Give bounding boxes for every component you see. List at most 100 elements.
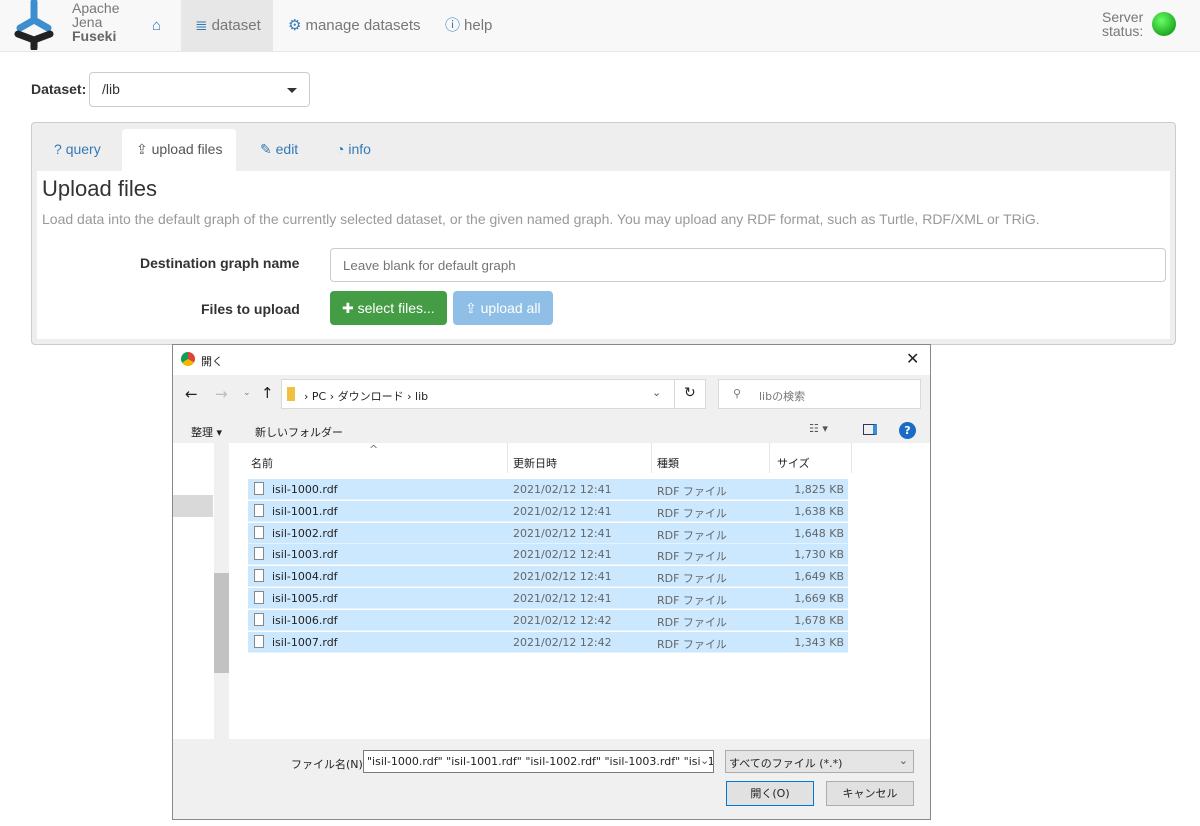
server-status-label: Server status: bbox=[1102, 10, 1143, 38]
button-label: キャンセル bbox=[842, 787, 898, 800]
column-header-size[interactable]: サイズ bbox=[777, 455, 810, 471]
nav-help[interactable]: ⓘ help bbox=[445, 0, 492, 52]
file-date: 2021/02/12 12:41 bbox=[513, 504, 612, 518]
brand-line: Jena bbox=[72, 14, 103, 30]
file-size: 1,678 KB bbox=[794, 613, 844, 627]
search-icon: ⚲ bbox=[733, 387, 742, 400]
column-header-name[interactable]: 名前 bbox=[251, 455, 273, 471]
file-name: isil-1002.rdf bbox=[272, 526, 338, 540]
column-header-type[interactable]: 種類 bbox=[657, 455, 679, 471]
nav-dataset[interactable]: ≣ dataset bbox=[181, 0, 273, 52]
address-bar[interactable]: › PC › ダウンロード › lib ⌄ ↻ bbox=[281, 379, 706, 409]
file-type: RDF ファイル bbox=[657, 594, 727, 607]
button-label: upload all bbox=[480, 300, 541, 316]
file-date: 2021/02/12 12:42 bbox=[513, 635, 612, 649]
file-name: isil-1001.rdf bbox=[272, 504, 338, 518]
file-date: 2021/02/12 12:42 bbox=[513, 613, 612, 627]
dataset-select[interactable]: /lib bbox=[89, 72, 310, 107]
close-icon[interactable]: ✕ bbox=[906, 349, 919, 368]
dialog-titlebar: 開く ✕ bbox=[173, 345, 930, 375]
server-status-indicator bbox=[1152, 12, 1176, 36]
home-link[interactable]: ⌂ bbox=[152, 0, 165, 52]
filename-dropdown-icon[interactable]: ⌄ bbox=[700, 754, 710, 767]
nav-manage-datasets[interactable]: ⚙ manage datasets bbox=[288, 0, 421, 52]
file-icon bbox=[254, 634, 264, 648]
file-size: 1,730 KB bbox=[794, 548, 844, 562]
chevron-down-icon[interactable]: ⌄ bbox=[652, 386, 661, 399]
back-icon[interactable]: ← bbox=[185, 385, 198, 403]
search-placeholder: libの検索 bbox=[759, 390, 806, 403]
search-box[interactable]: ⚲ libの検索 bbox=[718, 379, 921, 409]
tab-label: query bbox=[65, 141, 101, 157]
dataset-label: Dataset: bbox=[31, 81, 87, 97]
file-row[interactable]: isil-1004.rdf 2021/02/12 12:41 RDF ファイル … bbox=[248, 566, 848, 588]
brand-text[interactable]: Apache Jena Fuseki bbox=[72, 1, 119, 43]
nav-label: manage datasets bbox=[305, 17, 421, 34]
nav-selected-item[interactable] bbox=[173, 495, 213, 517]
tab-label: info bbox=[348, 141, 371, 157]
info-icon: ⓘ bbox=[445, 17, 461, 34]
new-folder-button[interactable]: 新しいフォルダー bbox=[255, 424, 343, 440]
file-type: RDF ファイル bbox=[657, 485, 727, 498]
file-name: isil-1000.rdf bbox=[272, 483, 338, 496]
fuseki-logo[interactable] bbox=[14, 0, 54, 50]
file-icon bbox=[254, 569, 264, 583]
file-name: isil-1004.rdf bbox=[272, 570, 338, 584]
file-row[interactable]: isil-1006.rdf 2021/02/12 12:42 RDF ファイル … bbox=[248, 609, 848, 631]
brand-line: Fuseki bbox=[72, 28, 117, 44]
file-row[interactable]: isil-1003.rdf 2021/02/12 12:41 RDF ファイル … bbox=[248, 544, 848, 566]
file-row[interactable]: isil-1000.rdf 2021/02/12 12:41 RDF ファイル … bbox=[248, 479, 848, 500]
file-name: isil-1007.rdf bbox=[272, 635, 338, 649]
forward-icon[interactable]: → bbox=[215, 385, 228, 403]
file-icon bbox=[254, 482, 264, 495]
file-icon bbox=[254, 612, 264, 626]
file-row[interactable]: isil-1002.rdf 2021/02/12 12:41 RDF ファイル … bbox=[248, 522, 848, 544]
file-size: 1,669 KB bbox=[794, 592, 844, 605]
destination-graph-input[interactable] bbox=[330, 248, 1166, 282]
cogs-icon: ⚙ bbox=[288, 17, 302, 34]
tab-info[interactable]: ◔ info bbox=[322, 129, 385, 171]
cancel-button[interactable]: キャンセル bbox=[826, 781, 914, 806]
file-type: RDF ファイル bbox=[657, 615, 727, 629]
file-icon bbox=[254, 547, 264, 561]
file-date: 2021/02/12 12:41 bbox=[513, 526, 612, 540]
open-button[interactable]: 開く(O) bbox=[726, 781, 814, 806]
tab-query[interactable]: ? query bbox=[40, 129, 115, 171]
file-type: RDF ファイル bbox=[657, 528, 727, 542]
view-options-icon[interactable]: ☷ ▾ bbox=[809, 422, 828, 435]
recent-dropdown-icon[interactable]: ⌄ bbox=[243, 388, 251, 398]
preview-pane-icon[interactable] bbox=[863, 424, 877, 435]
column-header-date[interactable]: 更新日時 bbox=[513, 455, 557, 471]
file-icon bbox=[254, 503, 264, 517]
file-row[interactable]: isil-1005.rdf 2021/02/12 12:41 RDF ファイル … bbox=[248, 588, 848, 609]
help-icon[interactable]: ? bbox=[899, 422, 916, 439]
file-row[interactable]: isil-1001.rdf 2021/02/12 12:41 RDF ファイル … bbox=[248, 500, 848, 522]
file-row[interactable]: isil-1007.rdf 2021/02/12 12:42 RDF ファイル … bbox=[248, 631, 848, 653]
up-icon[interactable]: ↑ bbox=[261, 384, 274, 402]
breadcrumb-item[interactable]: ダウンロード bbox=[338, 390, 404, 403]
navigation-pane bbox=[173, 443, 229, 739]
upload-all-button[interactable]: ⇪ upload all bbox=[453, 291, 553, 325]
scrollbar[interactable] bbox=[214, 443, 229, 739]
file-date: 2021/02/12 12:41 bbox=[513, 570, 612, 584]
tab-label: upload files bbox=[151, 141, 223, 157]
breadcrumb-item[interactable]: lib bbox=[415, 390, 428, 403]
page-title: Upload files bbox=[42, 176, 157, 201]
file-type-select[interactable]: すべてのファイル (*.*) ⌄ bbox=[725, 750, 914, 773]
tab-upload-files[interactable]: ⇪ upload files bbox=[122, 129, 237, 171]
file-icon bbox=[254, 525, 264, 539]
filename-input[interactable]: "isil-1000.rdf" "isil-1001.rdf" "isil-10… bbox=[363, 750, 714, 773]
breadcrumb-item[interactable]: PC bbox=[312, 390, 326, 403]
open-file-dialog: 開く ✕ ← → ⌄ ↑ › PC › ダウンロード › lib ⌄ ↻ ⚲ l… bbox=[172, 344, 931, 820]
file-date: 2021/02/12 12:41 bbox=[513, 483, 612, 496]
refresh-icon[interactable]: ↻ bbox=[684, 385, 696, 401]
scrollbar-thumb[interactable] bbox=[214, 573, 229, 673]
select-files-button[interactable]: ✚ select files... bbox=[330, 291, 447, 325]
organize-menu[interactable]: 整理 ▾ bbox=[191, 424, 222, 440]
caret-down-icon bbox=[287, 88, 297, 93]
brand-line: Apache bbox=[72, 0, 120, 16]
file-size: 1,638 KB bbox=[794, 504, 844, 518]
button-label: select files... bbox=[357, 300, 435, 316]
tab-edit[interactable]: ✎ edit bbox=[246, 129, 312, 171]
file-size: 1,343 KB bbox=[794, 635, 844, 649]
